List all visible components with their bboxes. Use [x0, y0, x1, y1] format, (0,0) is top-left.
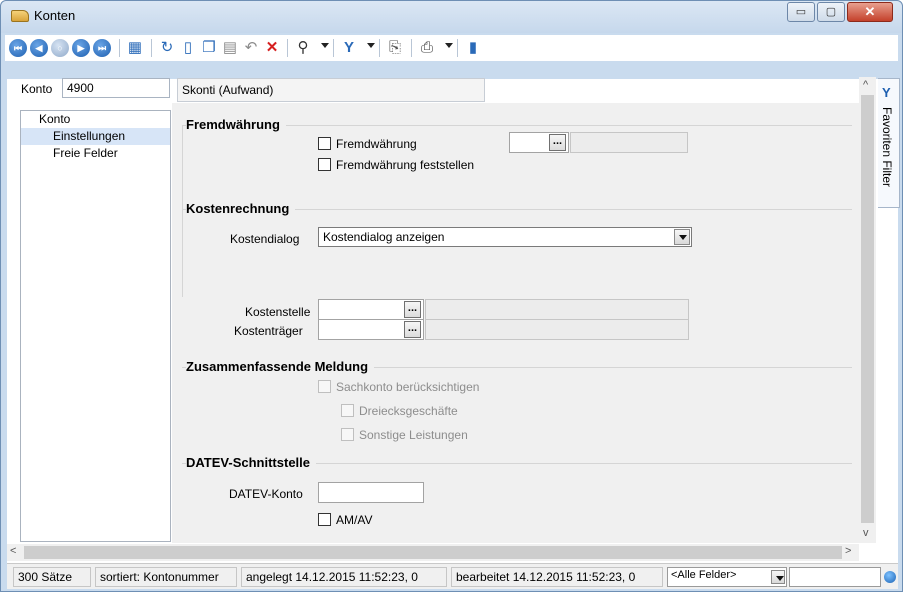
vertical-scroll-thumb[interactable] [861, 95, 874, 523]
fremdwaehrung-checkbox-label: Fremdwährung [336, 137, 417, 151]
print-dropdown-icon[interactable] [445, 43, 453, 48]
nav-item-einstellungen[interactable]: Einstellungen [21, 128, 170, 145]
search-icon[interactable]: ⚲ [293, 38, 313, 58]
scroll-left-icon[interactable]: < [10, 545, 16, 557]
amav-checkbox[interactable] [318, 513, 331, 526]
nav-item-konto[interactable]: Konto [21, 111, 170, 128]
kostentraeger-browse-button[interactable]: ... [404, 321, 421, 338]
group-title-zusammenfassende-meldung: Zusammenfassende Meldung [186, 359, 375, 374]
sort-status: sortiert: Kontonummer [95, 567, 237, 587]
created-status: angelegt 14.12.2015 11:52:23, 0 [241, 567, 447, 587]
sachkonto-label: Sachkonto berücksichtigen [336, 380, 480, 394]
field-filter-value: <Alle Felder> [671, 569, 737, 581]
kostenstelle-browse-button[interactable]: ... [404, 301, 421, 318]
current-record-button[interactable]: ○ [51, 39, 69, 57]
kostenstelle-label: Kostenstelle [245, 305, 311, 319]
filter-icon[interactable]: Y [339, 38, 359, 58]
prev-record-button[interactable]: ◀ [30, 39, 48, 57]
print-icon[interactable]: ⎙ [417, 38, 437, 58]
fremdwaehrung-feststellen-label: Fremdwährung feststellen [336, 158, 475, 172]
folder-icon [11, 10, 29, 22]
globe-icon[interactable] [884, 571, 896, 583]
settings-panel: Fremdwährung Fremdwährung Fremdwährung f… [172, 103, 859, 543]
toolbar-separator [119, 39, 120, 57]
copy-record-icon[interactable]: ❐ [199, 38, 219, 58]
edited-status: bearbeitet 14.12.2015 11:52:23, 0 [451, 567, 663, 587]
toolbar-separator [457, 39, 458, 57]
first-record-button[interactable]: ⏮ [9, 39, 27, 57]
save-icon[interactable]: ▤ [220, 38, 240, 58]
fremdwaehrung-checkbox[interactable] [318, 137, 331, 150]
book-icon[interactable]: ▮ [463, 38, 483, 58]
dreiecksgeschaefte-label: Dreiecksgeschäfte [359, 404, 458, 418]
export-icon[interactable]: ⎘ [385, 38, 405, 58]
window-title: Konten [34, 8, 76, 23]
datev-konto-label: DATEV-Konto [229, 487, 303, 501]
sonstige-leistungen-checkbox[interactable] [341, 428, 354, 441]
dreiecksgeschaefte-checkbox[interactable] [341, 404, 354, 417]
toolbar-separator [333, 39, 334, 57]
kostendialog-label: Kostendialog [230, 232, 300, 246]
toolbar-separator [379, 39, 380, 57]
close-button[interactable]: ✕ [847, 2, 893, 22]
kostentraeger-name-display [425, 319, 689, 340]
fremdwaehrung-feststellen-checkbox[interactable] [318, 158, 331, 171]
scroll-up-icon[interactable]: ^ [863, 79, 868, 91]
filter-dropdown-icon[interactable] [367, 43, 375, 48]
group-border [182, 125, 183, 297]
favoriten-filter-label: Favoriten Filter [880, 107, 894, 188]
sachkonto-checkbox[interactable] [318, 380, 331, 393]
navigation-list: Konto Einstellungen Freie Felder [20, 110, 171, 542]
next-record-button[interactable]: ▶ [72, 39, 90, 57]
window-konten: Konten ▭ ▢ ✕ ⏮ ◀ ○ ▶ ⏭ ▦ ↻ ▯ ❐ ▤ ↶ ✕ ⚲ Y… [0, 0, 903, 592]
horizontal-scroll-thumb[interactable] [24, 546, 842, 559]
search-dropdown-icon[interactable] [321, 43, 329, 48]
amav-label: AM/AV [336, 513, 373, 527]
chevron-down-icon[interactable] [674, 229, 690, 245]
kostenstelle-name-display [425, 299, 689, 320]
title-bar: Konten ▭ ▢ ✕ [1, 1, 902, 33]
kostendialog-select[interactable]: Kostendialog anzeigen [318, 227, 692, 247]
group-title-fremdwaehrung: Fremdwährung [186, 117, 286, 132]
toolbar: ⏮ ◀ ○ ▶ ⏭ ▦ ↻ ▯ ❐ ▤ ↶ ✕ ⚲ Y ⎘ ⎙ ▮ [5, 35, 898, 61]
kostendialog-selected-value: Kostendialog anzeigen [323, 230, 445, 244]
status-bar: 300 Sätze sortiert: Kontonummer angelegt… [7, 563, 898, 589]
currency-browse-button[interactable]: ... [549, 134, 566, 151]
chevron-down-icon[interactable] [771, 570, 785, 584]
quick-search-input[interactable] [789, 567, 881, 587]
toolbar-separator [151, 39, 152, 57]
new-record-icon[interactable]: ▯ [178, 38, 198, 58]
field-filter-select[interactable]: <Alle Felder> [667, 567, 787, 587]
undo-icon[interactable]: ↶ [241, 38, 261, 58]
konto-label: Konto [21, 82, 53, 96]
last-record-button[interactable]: ⏭ [93, 39, 111, 57]
favoriten-filter-tab[interactable]: Y Favoriten Filter [878, 78, 900, 208]
maximize-button[interactable]: ▢ [817, 2, 845, 22]
datev-konto-field[interactable] [318, 482, 424, 503]
delete-icon[interactable]: ✕ [262, 38, 282, 58]
group-title-datev: DATEV-Schnittstelle [186, 455, 317, 470]
sonstige-leistungen-label: Sonstige Leistungen [359, 428, 468, 442]
refresh-icon[interactable]: ↻ [157, 38, 177, 58]
toolbar-separator [411, 39, 412, 57]
vertical-scrollbar[interactable]: ^ v [859, 77, 876, 543]
record-count: 300 Sätze [13, 567, 91, 587]
table-view-icon[interactable]: ▦ [125, 38, 145, 58]
konto-description: Skonti (Aufwand) [177, 78, 485, 102]
minimize-button[interactable]: ▭ [787, 2, 815, 22]
toolbar-separator [287, 39, 288, 57]
group-title-kostenrechnung: Kostenrechnung [186, 201, 296, 216]
filter-icon: Y [882, 85, 891, 100]
nav-item-freie-felder[interactable]: Freie Felder [21, 145, 170, 162]
scroll-down-icon[interactable]: v [863, 527, 869, 539]
horizontal-scrollbar[interactable]: < > [7, 544, 859, 561]
currency-name-display [570, 132, 688, 153]
konto-number-field[interactable]: 4900 [62, 78, 170, 98]
kostentraeger-label: Kostenträger [234, 324, 303, 338]
scroll-right-icon[interactable]: > [845, 545, 851, 557]
